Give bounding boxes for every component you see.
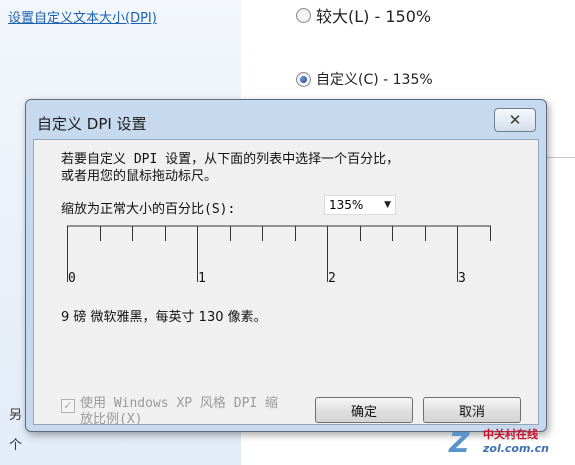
custom-dpi-dialog: 自定义 DPI 设置 ✕ 若要自定义 DPI 设置，从下面的列表中选择一个百分比…	[25, 99, 547, 432]
radio-custom[interactable]	[296, 71, 311, 87]
scale-percent-value: 135%	[329, 198, 364, 212]
dialog-body: 若要自定义 DPI 设置，从下面的列表中选择一个百分比， 或者用您的鼠标拖动标尺…	[33, 139, 539, 428]
radio-custom-label: 自定义(C) - 135%	[316, 72, 433, 88]
left-snippet-2: 个	[9, 438, 23, 453]
cancel-button[interactable]: 取消	[423, 397, 521, 423]
watermark-cn: 中关村在线	[483, 428, 538, 441]
divider	[545, 157, 575, 158]
radio-larger-label: 较大(L) - 150%	[316, 7, 432, 26]
dpi-ruler[interactable]: 0 1 2 3	[67, 224, 493, 290]
ok-button[interactable]: 确定	[315, 397, 413, 423]
zol-logo-icon: Z	[449, 426, 470, 459]
xp-style-checkbox-label: 使用 Windows XP 风格 DPI 缩 放比例(X)	[80, 396, 279, 427]
watermark-en: zol.com.cn	[483, 442, 549, 455]
close-button[interactable]: ✕	[494, 108, 536, 132]
radio-custom-row[interactable]: 自定义(C) - 135%	[296, 69, 433, 89]
ruler-label-1: 1	[198, 271, 206, 286]
xp-style-checkbox[interactable]: ✓	[61, 399, 75, 413]
xp-style-checkbox-row[interactable]: ✓ 使用 Windows XP 风格 DPI 缩 放比例(X)	[61, 396, 278, 428]
scale-percent-select[interactable]: 135% ▼	[324, 195, 396, 215]
close-icon: ✕	[508, 111, 522, 129]
dialog-titlebar[interactable]: 自定义 DPI 设置 ✕	[26, 100, 546, 140]
ruler-label-2: 2	[328, 271, 336, 286]
dialog-description: 若要自定义 DPI 设置，从下面的列表中选择一个百分比， 或者用您的鼠标拖动标尺…	[61, 152, 400, 184]
left-snippet-1: 另	[9, 408, 23, 423]
set-custom-text-size-link[interactable]: 设置自定义文本大小(DPI)	[8, 7, 157, 26]
radio-larger[interactable]	[296, 7, 311, 23]
ruler-ticks	[67, 225, 491, 282]
zol-watermark: Z 中关村在线 zol.com.cn	[445, 424, 575, 465]
radio-larger-row[interactable]: 较大(L) - 150%	[296, 3, 431, 27]
scale-label: 缩放为正常大小的百分比(S):	[61, 202, 236, 217]
ruler-label-3: 3	[458, 271, 466, 286]
chevron-down-icon: ▼	[384, 200, 391, 210]
dialog-title: 自定义 DPI 设置	[37, 115, 147, 133]
ruler-label-0: 0	[68, 271, 76, 286]
sample-text: 9 磅 微软雅黑，每英寸 130 像素。	[61, 310, 267, 325]
